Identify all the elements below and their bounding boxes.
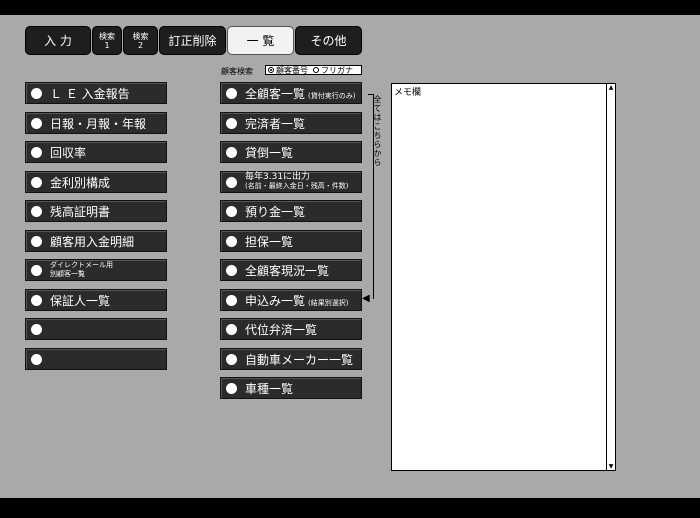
collateral-list-button[interactable]: 担保一覧 — [220, 230, 362, 252]
all-customers-list-button[interactable]: 全顧客一覧 (貸付実行のみ) — [220, 82, 362, 104]
radio-dot-icon — [226, 294, 237, 306]
tab-other[interactable]: その他 — [295, 26, 362, 55]
radio-dot-icon — [31, 294, 42, 306]
all-from-here-note: 全てはこちらから — [373, 95, 382, 167]
memo-field[interactable]: メモ欄 ▲ ▼ — [391, 83, 616, 471]
bottom-bar — [0, 498, 700, 518]
radio-dot-icon — [31, 176, 42, 188]
scroll-down-icon[interactable]: ▼ — [607, 463, 615, 470]
deposit-list-button[interactable]: 預り金一覧 — [220, 200, 362, 222]
radio-dot-icon — [31, 87, 42, 99]
radio-dot-icon — [226, 323, 237, 335]
tab-search1[interactable]: 検索 1 — [92, 26, 122, 55]
interest-composition-button[interactable]: 金利別構成 — [25, 171, 167, 193]
direct-mail-button[interactable]: ダイレクトメール用 別顧客一覧 — [25, 259, 167, 281]
tab-list[interactable]: 一 覧 — [227, 26, 294, 55]
car-maker-list-button[interactable]: 自動車メーカー一覧 — [220, 348, 362, 370]
bad-debt-list-button[interactable]: 貸倒一覧 — [220, 141, 362, 163]
completed-list-button[interactable]: 完済者一覧 — [220, 112, 362, 134]
scroll-up-icon[interactable]: ▲ — [607, 84, 615, 91]
radio-dot-icon — [31, 205, 42, 217]
radio-customer-no-label: 顧客番号 — [276, 65, 308, 75]
customer-payment-details-button[interactable]: 顧客用入金明細 — [25, 230, 167, 252]
tab-correction-delete[interactable]: 訂正削除 — [159, 26, 226, 55]
memo-label: メモ欄 — [394, 88, 422, 98]
customer-search-label: 顧客検索 — [221, 67, 253, 76]
top-bar — [0, 0, 700, 15]
radio-furigana-label: フリガナ — [321, 65, 353, 75]
all-customers-status-button[interactable]: 全顧客現況一覧 — [220, 259, 362, 281]
radio-dot-icon — [226, 205, 237, 217]
customer-search-selector: 顧客番号 フリガナ — [265, 65, 362, 75]
radio-customer-no[interactable] — [268, 67, 274, 73]
radio-dot-icon — [31, 353, 42, 365]
radio-dot-icon — [226, 235, 237, 247]
radio-dot-icon — [31, 264, 42, 276]
arrow-left-icon: ◀ — [362, 293, 370, 304]
radio-dot-icon — [226, 176, 237, 188]
daily-monthly-yearly-button[interactable]: 日報・月報・年報 — [25, 112, 167, 134]
radio-dot-icon — [31, 117, 42, 129]
tab-input[interactable]: 入 力 — [25, 26, 91, 55]
radio-dot-icon — [226, 146, 237, 158]
annual-output-button[interactable]: 毎年3.31に出力 (名前・最終入金日・残高・件数) — [220, 171, 362, 193]
radio-dot-icon — [226, 87, 237, 99]
radio-furigana[interactable] — [313, 67, 319, 73]
subrogation-list-button[interactable]: 代位弁済一覧 — [220, 318, 362, 340]
radio-dot-icon — [226, 117, 237, 129]
blank-button-1[interactable] — [25, 318, 167, 340]
le-report-button[interactable]: Ｌ Ｅ 入金報告 — [25, 82, 167, 104]
radio-dot-icon — [226, 382, 237, 394]
radio-dot-icon — [31, 323, 42, 335]
radio-dot-icon — [31, 146, 42, 158]
tab-search2[interactable]: 検索 2 — [123, 26, 158, 55]
car-model-list-button[interactable]: 車種一覧 — [220, 377, 362, 399]
radio-dot-icon — [31, 235, 42, 247]
collection-rate-button[interactable]: 回収率 — [25, 141, 167, 163]
guarantor-list-button[interactable]: 保証人一覧 — [25, 289, 167, 311]
blank-button-2[interactable] — [25, 348, 167, 370]
memo-scrollbar[interactable]: ▲ ▼ — [606, 84, 615, 470]
radio-dot-icon — [226, 264, 237, 276]
application-list-button[interactable]: 申込み一覧 (結果別選択) — [220, 289, 362, 311]
radio-dot-icon — [226, 353, 237, 365]
balance-certificate-button[interactable]: 残高証明書 — [25, 200, 167, 222]
